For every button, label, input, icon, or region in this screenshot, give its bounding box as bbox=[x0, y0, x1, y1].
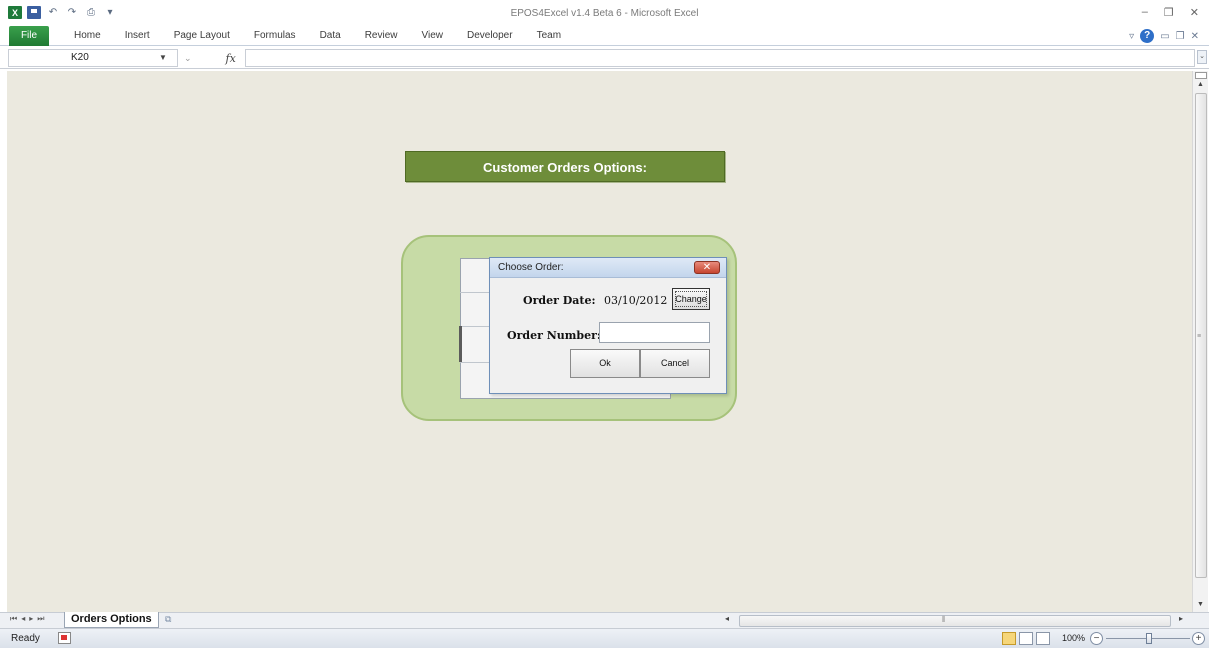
minimize-ribbon-icon[interactable]: ▿ bbox=[1129, 31, 1134, 42]
status-bar: Ready 100% − + bbox=[0, 628, 1209, 648]
tab-page-layout[interactable]: Page Layout bbox=[162, 26, 242, 46]
horizontal-scrollbar[interactable]: ◂ ⦀ ▸ bbox=[717, 614, 1189, 628]
scroll-grip-icon: ≡ bbox=[1197, 333, 1202, 340]
button-edge bbox=[459, 326, 462, 362]
formula-bar: K20 ▼ ⌄ fx ⌄ bbox=[0, 47, 1209, 69]
minimize-icon[interactable]: – bbox=[1142, 6, 1148, 19]
status-text: Ready bbox=[11, 633, 40, 644]
scroll-up-icon[interactable]: ▲ bbox=[1197, 81, 1204, 88]
scroll-right-icon[interactable]: ▸ bbox=[1179, 614, 1183, 623]
chevron-down-icon[interactable]: ▼ bbox=[159, 50, 167, 66]
zoom-out-icon[interactable]: − bbox=[1090, 632, 1103, 645]
tab-file[interactable]: File bbox=[9, 26, 49, 46]
tab-team[interactable]: Team bbox=[525, 26, 573, 46]
expand-formula-bar-icon[interactable]: ⌄ bbox=[1197, 50, 1207, 64]
dialog-title: Choose Order: bbox=[498, 262, 564, 273]
dialog-close-button[interactable]: ✕ bbox=[694, 261, 720, 274]
insert-function-icon[interactable]: fx bbox=[226, 52, 236, 65]
order-number-input[interactable] bbox=[599, 322, 710, 343]
ok-button[interactable]: Ok bbox=[570, 349, 640, 378]
order-date-value: 03/10/2012 bbox=[604, 294, 668, 307]
sheet-tab-orders-options[interactable]: Orders Options bbox=[64, 612, 159, 628]
page-break-view-icon[interactable] bbox=[1036, 632, 1050, 645]
formula-expand-icon[interactable]: ⌄ bbox=[184, 53, 192, 64]
dialog-title-bar[interactable]: Choose Order: ✕ bbox=[490, 258, 726, 278]
tab-review[interactable]: Review bbox=[353, 26, 410, 46]
workbook-minimize-icon[interactable]: ▭ bbox=[1160, 31, 1169, 42]
normal-view-icon[interactable] bbox=[1002, 632, 1016, 645]
sheet-tabs-bar: ⏮◂▸⏭ Orders Options ⧉ ◂ ⦀ ▸ bbox=[0, 612, 1209, 628]
zoom-slider-thumb[interactable] bbox=[1146, 633, 1152, 644]
ribbon-right-controls: ▿ ? ▭ ❐ ✕ bbox=[1129, 29, 1199, 43]
zoom-level[interactable]: 100% bbox=[1062, 633, 1085, 643]
macro-record-icon[interactable] bbox=[58, 632, 71, 644]
window-controls: – ❐ ✕ bbox=[1142, 6, 1199, 19]
title-bar: X ↶ ↷ ⎙ ▾ EPOS4Excel v1.4 Beta 6 - Micro… bbox=[0, 0, 1209, 26]
order-date-label: Order Date: bbox=[523, 294, 596, 307]
page-layout-view-icon[interactable] bbox=[1019, 632, 1033, 645]
help-icon[interactable]: ? bbox=[1140, 29, 1155, 43]
choose-order-dialog: Choose Order: ✕ Order Date: 03/10/2012 C… bbox=[489, 257, 727, 394]
formula-tools: ⌄ fx bbox=[178, 49, 244, 67]
tab-developer[interactable]: Developer bbox=[455, 26, 525, 46]
horizontal-scroll-thumb[interactable] bbox=[739, 615, 1171, 627]
tab-data[interactable]: Data bbox=[308, 26, 353, 46]
vertical-scrollbar[interactable]: ▲ ≡ ▼ bbox=[1192, 71, 1208, 612]
change-date-button[interactable]: Change bbox=[672, 288, 710, 310]
page-title: Customer Orders Options: bbox=[405, 151, 725, 182]
tab-formulas[interactable]: Formulas bbox=[242, 26, 308, 46]
sheet-nav-icons[interactable]: ⏮◂▸⏭ bbox=[10, 614, 48, 624]
restore-icon[interactable]: ❐ bbox=[1164, 6, 1174, 19]
split-box[interactable] bbox=[1195, 72, 1207, 79]
order-number-label: Order Number: bbox=[507, 329, 601, 342]
window-title: EPOS4Excel v1.4 Beta 6 - Microsoft Excel bbox=[510, 8, 699, 19]
tab-view[interactable]: View bbox=[409, 26, 455, 46]
tab-insert[interactable]: Insert bbox=[113, 26, 162, 46]
workbook-restore-icon[interactable]: ❐ bbox=[1176, 31, 1185, 42]
scroll-down-icon[interactable]: ▼ bbox=[1197, 601, 1204, 608]
zoom-in-icon[interactable]: + bbox=[1192, 632, 1205, 645]
hscroll-grip-icon: ⦀ bbox=[942, 615, 946, 624]
scroll-left-icon[interactable]: ◂ bbox=[725, 614, 729, 623]
tab-home[interactable]: Home bbox=[62, 26, 113, 46]
close-icon[interactable]: ✕ bbox=[1190, 6, 1199, 19]
view-switcher bbox=[1002, 632, 1050, 645]
name-box-value: K20 bbox=[71, 52, 89, 63]
ribbon-tabs: File Home Insert Page Layout Formulas Da… bbox=[0, 26, 1209, 46]
insert-sheet-icon[interactable]: ⧉ bbox=[165, 614, 193, 628]
workbook-close-icon[interactable]: ✕ bbox=[1191, 31, 1199, 42]
formula-input[interactable] bbox=[245, 49, 1195, 67]
name-box[interactable]: K20 ▼ bbox=[8, 49, 178, 67]
cancel-button[interactable]: Cancel bbox=[640, 349, 710, 378]
